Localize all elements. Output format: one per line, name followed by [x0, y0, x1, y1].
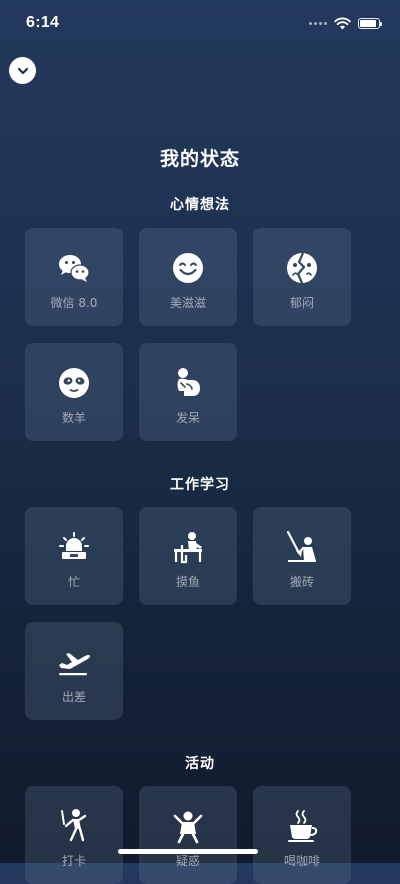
page-title: 我的状态	[159, 148, 240, 170]
tile-label: 发呆	[175, 411, 200, 425]
airplane-icon	[59, 653, 90, 676]
daze-icon	[177, 368, 200, 396]
tile-label: 微信 8.0	[50, 296, 98, 310]
status-tile-check-in[interactable]: 打卡	[25, 786, 123, 884]
tile-label: 搬砖	[289, 575, 314, 589]
work-grid: 忙 摸鱼 搬砖 出差	[25, 507, 355, 720]
tile-label: 郁闷	[289, 296, 314, 310]
battery-icon	[358, 17, 382, 29]
tile-label: 忙	[67, 575, 80, 589]
tile-label: 美滋滋	[169, 296, 206, 310]
tile-label: 打卡	[61, 854, 86, 868]
status-tile-business-trip[interactable]: 出差	[25, 622, 123, 720]
tile-label: 摸鱼	[175, 575, 200, 589]
tile-label: 疑惑	[175, 854, 200, 868]
chevron-down-icon	[17, 67, 28, 74]
status-bar: 6:14	[0, 0, 400, 44]
wechat-icon	[59, 255, 90, 282]
status-tile-wechat[interactable]: 微信 8.0	[25, 228, 123, 326]
status-tile-busy[interactable]: 忙	[25, 507, 123, 605]
tile-label: 出差	[61, 690, 86, 704]
sheep-face-icon	[59, 368, 89, 398]
tile-label: 数羊	[61, 411, 86, 425]
section-title-work: 工作学习	[170, 477, 230, 493]
status-tile-counting-sheep[interactable]: 数羊	[25, 343, 123, 441]
coffee-cup-icon	[288, 810, 318, 842]
smile-icon	[173, 253, 203, 283]
wifi-icon	[334, 17, 351, 29]
status-tile-slacking[interactable]: 摸鱼	[139, 507, 237, 605]
status-tile-depressed[interactable]: 郁闷	[253, 228, 351, 326]
activity-grid: 打卡 疑惑 喝咖啡	[25, 786, 355, 884]
status-tile-confused[interactable]: 疑惑	[139, 786, 237, 884]
status-time: 6:14	[26, 14, 60, 31]
status-tile-daze[interactable]: 发呆	[139, 343, 237, 441]
broken-face-icon	[287, 252, 317, 284]
collapse-button[interactable]	[9, 57, 36, 84]
cheering-person-icon	[173, 811, 203, 844]
signal-dots-icon	[309, 21, 327, 25]
mood-grid: 微信 8.0 美滋滋 郁闷 数羊 发呆	[25, 228, 355, 441]
status-tile-coffee[interactable]: 喝咖啡	[253, 786, 351, 884]
status-icons	[309, 14, 382, 32]
section-title-activity: 活动	[185, 756, 215, 772]
desk-person-icon	[174, 532, 202, 564]
status-tile-hard-work[interactable]: 搬砖	[253, 507, 351, 605]
shovel-worker-icon	[286, 530, 316, 562]
alarm-laptop-icon	[59, 532, 89, 559]
section-title-mood: 心情想法	[170, 197, 230, 213]
walking-icon	[61, 809, 87, 842]
status-tile-happy[interactable]: 美滋滋	[139, 228, 237, 326]
home-indicator[interactable]	[118, 849, 258, 854]
tile-label: 喝咖啡	[283, 854, 320, 868]
